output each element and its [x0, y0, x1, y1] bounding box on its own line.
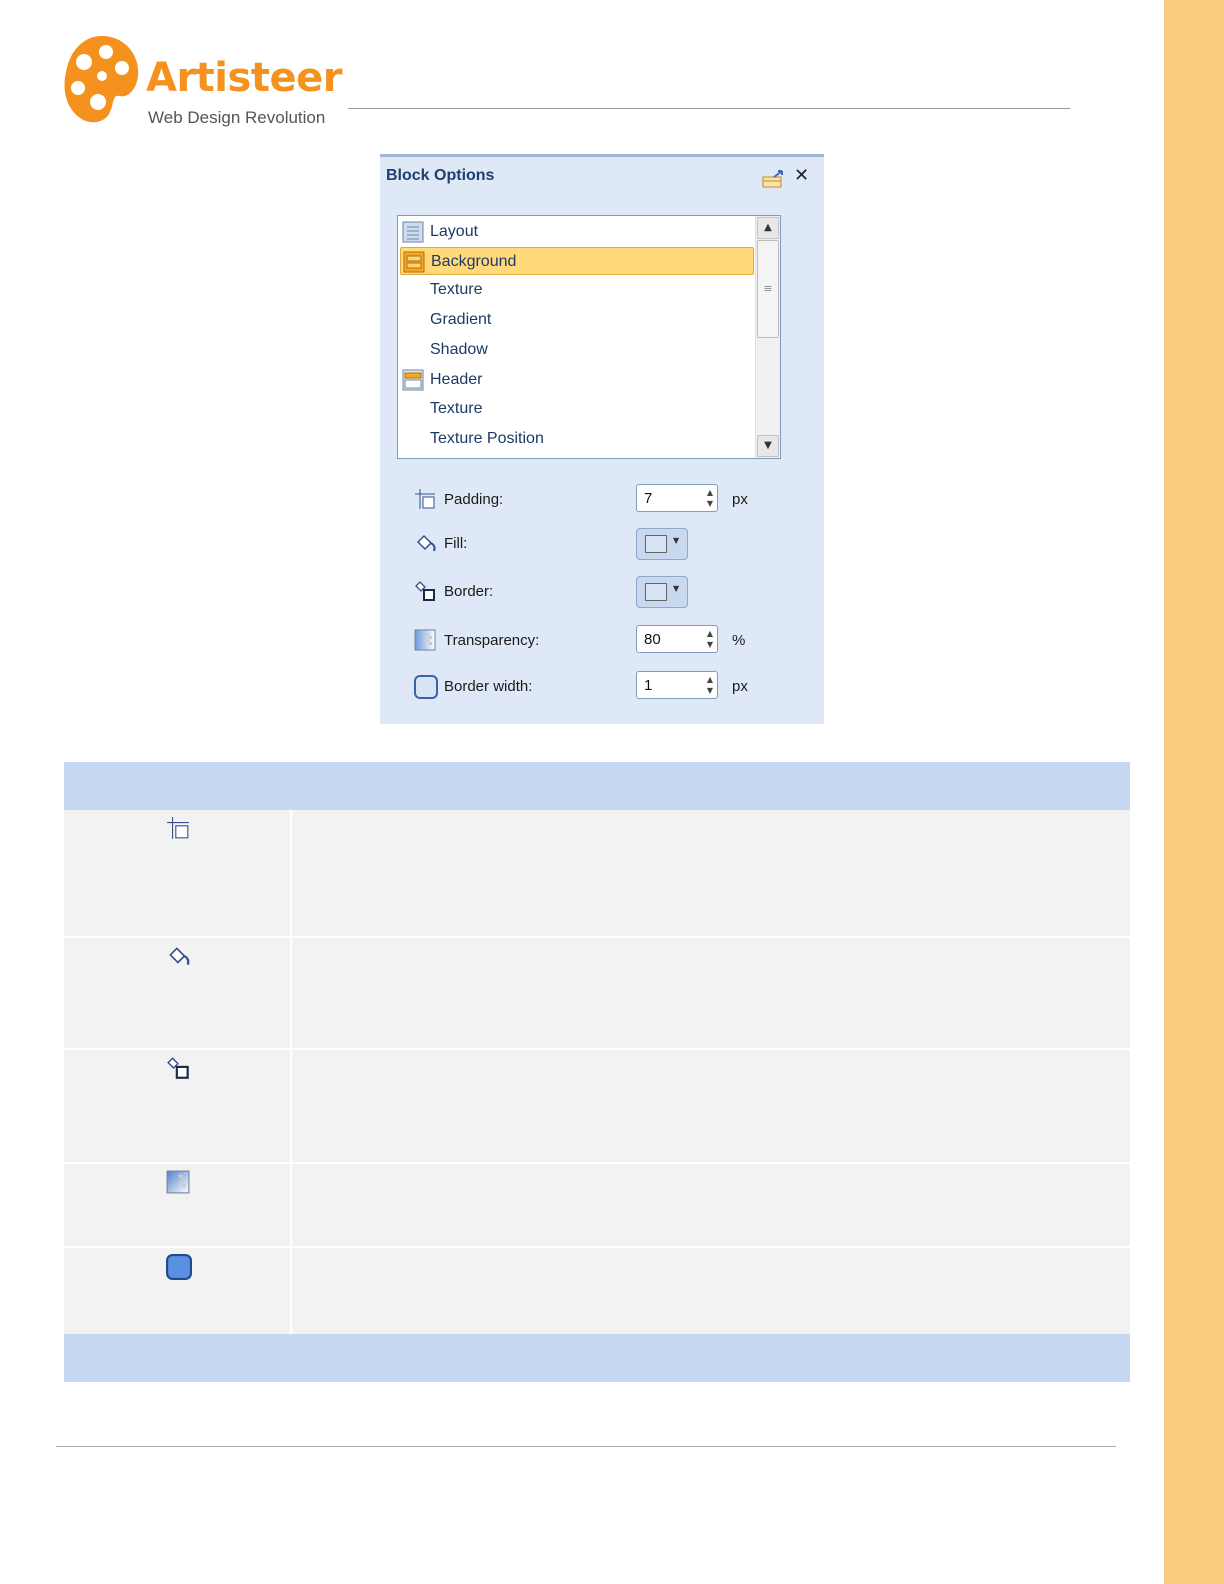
table-row	[64, 810, 1130, 936]
transparency-input[interactable]: 80 ▲ ▼	[636, 625, 718, 653]
table-row	[64, 1050, 1130, 1162]
transparency-unit: %	[732, 632, 746, 649]
fill-color-button[interactable]: ▼	[636, 528, 688, 560]
header-divider	[348, 108, 1070, 109]
transparency-label: Transparency:	[444, 632, 540, 649]
table-cell-icon	[64, 1050, 292, 1162]
list-item-gradient[interactable]: Gradient	[400, 306, 754, 334]
close-icon[interactable]: ✕	[794, 165, 809, 186]
padding-row: Padding: 7 ▲ ▼ px	[410, 484, 790, 516]
border-swatch	[645, 583, 667, 601]
list-item-background[interactable]: Background	[400, 247, 754, 275]
padding-input[interactable]: 7 ▲ ▼	[636, 484, 718, 512]
list-item-texture[interactable]: Texture	[400, 276, 754, 304]
brand-tagline: Web Design Revolution	[148, 108, 326, 127]
pin-icon[interactable]	[762, 169, 786, 189]
layout-icon	[402, 221, 424, 243]
palette-icon	[64, 36, 139, 123]
border-width-spin-arrows[interactable]: ▲ ▼	[707, 674, 713, 696]
table-cell-icon	[64, 1164, 292, 1246]
border-width-icon	[166, 1254, 192, 1280]
table-row	[64, 1164, 1130, 1246]
right-sidebar-stripe	[1164, 0, 1224, 1584]
padding-spin-arrows[interactable]: ▲ ▼	[707, 487, 713, 509]
list-item-header[interactable]: Header	[400, 366, 754, 394]
brand-title: Artisteer	[146, 55, 342, 101]
table-row	[64, 1248, 1130, 1334]
padding-label: Padding:	[444, 491, 504, 508]
fill-label: Fill:	[444, 535, 468, 552]
fill-bucket-icon	[416, 534, 436, 552]
table-cell-icon	[64, 810, 292, 936]
border-row: Border: ▼	[410, 576, 790, 608]
fill-row: Fill: ▼	[410, 528, 790, 560]
border-width-row: Border width: 1 ▲ ▼ px	[410, 671, 790, 703]
border-icon	[167, 1057, 189, 1079]
list-item-shadow[interactable]: Shadow	[400, 336, 754, 364]
border-label: Border:	[444, 583, 494, 600]
table-cell-icon	[64, 938, 292, 1048]
block-options-panel: Block Options ✕ Layout Background Textur…	[380, 154, 824, 724]
transparency-icon	[166, 1170, 190, 1194]
fill-swatch	[645, 535, 667, 553]
padding-icon	[415, 489, 435, 509]
padding-unit: px	[732, 491, 748, 508]
table-cell-icon	[64, 1248, 292, 1334]
transparency-icon	[414, 629, 436, 651]
header-icon	[402, 369, 424, 391]
background-icon	[403, 251, 425, 273]
padding-icon	[167, 817, 189, 839]
listbox-scrollbar[interactable]: ▲ ≡ ▼	[755, 216, 780, 458]
chevron-down-icon: ▼	[673, 536, 680, 545]
border-color-button[interactable]: ▼	[636, 576, 688, 608]
fill-bucket-icon	[169, 947, 190, 966]
artisteer-logo: Artisteer Web Design Revolution	[62, 32, 352, 132]
panel-title: Block Options	[386, 167, 495, 184]
table-footer	[64, 1334, 1130, 1382]
transparency-row: Transparency: 80 ▲ ▼ %	[410, 625, 790, 657]
scroll-thumb[interactable]: ≡	[757, 240, 779, 338]
border-icon	[415, 581, 435, 601]
list-item-layout[interactable]: Layout	[400, 218, 754, 246]
list-item-texture-2[interactable]: Texture	[400, 395, 754, 423]
border-width-icon	[414, 675, 438, 699]
border-width-label: Border width:	[444, 678, 533, 695]
options-listbox[interactable]: Layout Background Texture Gradient Shado…	[397, 215, 781, 459]
transparency-spin-arrows[interactable]: ▲ ▼	[707, 628, 713, 650]
chevron-down-icon: ▼	[673, 584, 680, 593]
footer-divider	[56, 1446, 1116, 1447]
scroll-up-icon[interactable]: ▲	[757, 217, 779, 239]
table-header	[64, 762, 1130, 810]
border-width-unit: px	[732, 678, 748, 695]
table-row	[64, 938, 1130, 1048]
border-width-input[interactable]: 1 ▲ ▼	[636, 671, 718, 699]
list-item-texture-position[interactable]: Texture Position	[400, 425, 754, 453]
scroll-down-icon[interactable]: ▼	[757, 435, 779, 457]
